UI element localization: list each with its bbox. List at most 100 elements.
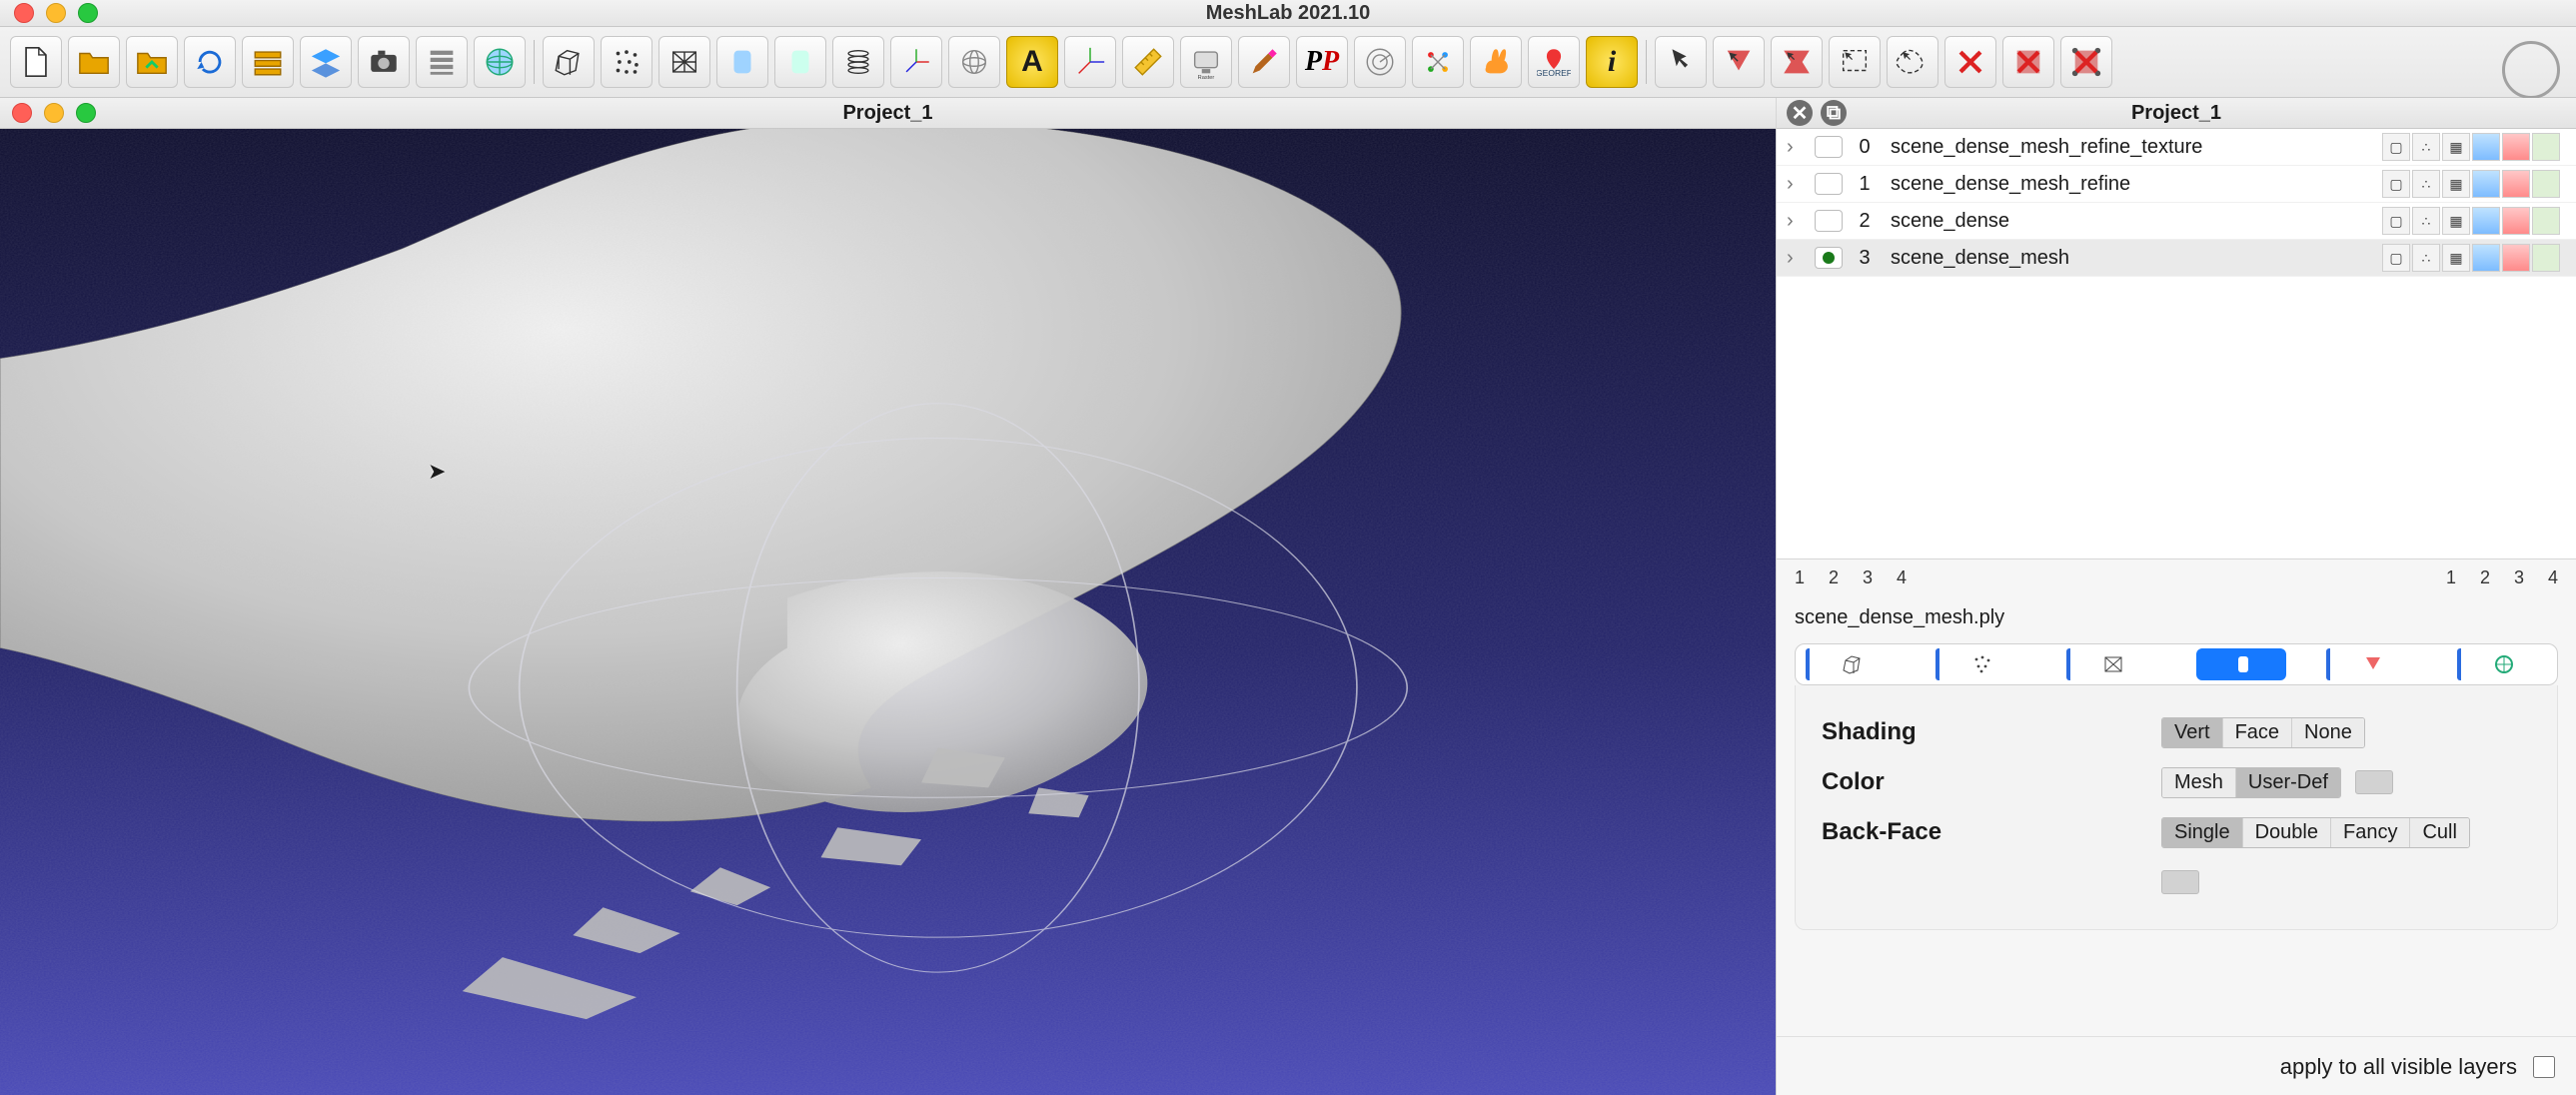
mini-bbox-icon[interactable] xyxy=(2382,244,2410,272)
mini-wire-icon[interactable] xyxy=(2442,244,2470,272)
tab-edges[interactable] xyxy=(2457,648,2547,680)
globe-grid-button[interactable] xyxy=(474,36,526,88)
label-A-button[interactable]: A xyxy=(1006,36,1058,88)
axes-button[interactable] xyxy=(890,36,942,88)
mini-solid-icon[interactable] xyxy=(2472,133,2500,161)
chevron-right-icon[interactable]: › xyxy=(1787,210,1805,233)
select-conn-faces-button[interactable] xyxy=(1771,36,1823,88)
segmented-option[interactable]: Mesh xyxy=(2162,768,2236,797)
pager-number[interactable]: 3 xyxy=(2514,567,2524,588)
mini-bbox-icon[interactable] xyxy=(2382,133,2410,161)
mini-points-icon[interactable] xyxy=(2412,133,2440,161)
pp-button[interactable]: PP xyxy=(1296,36,1348,88)
layer-row[interactable]: ›0scene_dense_mesh_refine_texture xyxy=(1777,129,2576,166)
chevron-right-icon[interactable]: › xyxy=(1787,173,1805,196)
paint-button[interactable] xyxy=(1238,36,1290,88)
tab-selection[interactable] xyxy=(2326,648,2416,680)
viewport-close-icon[interactable] xyxy=(12,103,32,123)
wireframe-button[interactable] xyxy=(658,36,710,88)
segmented-option[interactable]: User-Def xyxy=(2236,768,2340,797)
color-segmented[interactable]: MeshUser-Def xyxy=(2161,767,2341,798)
apply-checkbox[interactable] xyxy=(2533,1056,2555,1078)
mini-sel-icon[interactable] xyxy=(2502,244,2530,272)
open-button[interactable] xyxy=(68,36,120,88)
3d-viewport[interactable]: ➤ xyxy=(0,129,1776,1095)
tab-solid[interactable] xyxy=(2196,648,2286,680)
mini-edge-icon[interactable] xyxy=(2532,207,2560,235)
snapshot-button[interactable] xyxy=(358,36,410,88)
panel-close-icon[interactable]: ✕ xyxy=(1787,100,1813,126)
mini-points-icon[interactable] xyxy=(2412,170,2440,198)
pager-number[interactable]: 4 xyxy=(2548,567,2558,588)
trackball-grid-button[interactable] xyxy=(948,36,1000,88)
chevron-right-icon[interactable]: › xyxy=(1787,136,1805,159)
pager-number[interactable]: 1 xyxy=(1795,567,1805,588)
stack-model-button[interactable] xyxy=(832,36,884,88)
layer-toggle-button[interactable] xyxy=(300,36,352,88)
export-button[interactable] xyxy=(242,36,294,88)
mini-edge-icon[interactable] xyxy=(2532,170,2560,198)
segmented-option[interactable]: Vert xyxy=(2162,718,2223,747)
segmented-option[interactable]: Cull xyxy=(2410,818,2468,847)
chevron-right-icon[interactable]: › xyxy=(1787,247,1805,270)
raster-align-button[interactable]: Raster xyxy=(1180,36,1232,88)
mini-bbox-icon[interactable] xyxy=(2382,170,2410,198)
mini-edge-icon[interactable] xyxy=(2532,244,2560,272)
mini-sel-icon[interactable] xyxy=(2502,133,2530,161)
new-doc-button[interactable] xyxy=(10,36,62,88)
extra-swatch[interactable] xyxy=(2161,870,2199,894)
window-minimize-icon[interactable] xyxy=(46,3,66,23)
delete-faces-verts-button[interactable] xyxy=(2060,36,2112,88)
segmented-option[interactable]: Single xyxy=(2162,818,2243,847)
pager-number[interactable]: 2 xyxy=(2480,567,2490,588)
mini-solid-icon[interactable] xyxy=(2472,244,2500,272)
layer-sheets-button[interactable] xyxy=(416,36,468,88)
layer-row[interactable]: ›1scene_dense_mesh_refine xyxy=(1777,166,2576,203)
segmented-option[interactable]: None xyxy=(2292,718,2364,747)
shading-segmented[interactable]: VertFaceNone xyxy=(2161,717,2365,748)
pager-number[interactable]: 3 xyxy=(1863,567,1873,588)
select-free-button[interactable] xyxy=(1887,36,1938,88)
smooth-shaded-button[interactable] xyxy=(774,36,826,88)
panel-undock-icon[interactable]: ⧉ xyxy=(1821,100,1847,126)
color-swatch[interactable] xyxy=(2355,770,2393,794)
open-project-button[interactable] xyxy=(126,36,178,88)
mini-wire-icon[interactable] xyxy=(2442,170,2470,198)
segmented-option[interactable]: Fancy xyxy=(2331,818,2410,847)
select-faces-button[interactable] xyxy=(1713,36,1765,88)
mini-points-icon[interactable] xyxy=(2412,244,2440,272)
tab-wire[interactable] xyxy=(2066,648,2156,680)
pager-number[interactable]: 2 xyxy=(1829,567,1839,588)
mini-edge-icon[interactable] xyxy=(2532,133,2560,161)
layer-row[interactable]: ›2scene_dense xyxy=(1777,203,2576,240)
pager-number[interactable]: 4 xyxy=(1897,567,1907,588)
points-button[interactable] xyxy=(601,36,652,88)
info-button[interactable]: i xyxy=(1586,36,1638,88)
mini-wire-icon[interactable] xyxy=(2442,133,2470,161)
reload-button[interactable] xyxy=(184,36,236,88)
visibility-toggle[interactable] xyxy=(1815,247,1843,269)
select-none-button[interactable] xyxy=(1655,36,1707,88)
delete-verts-button[interactable] xyxy=(1944,36,1996,88)
layer-row[interactable]: ›3scene_dense_mesh xyxy=(1777,240,2576,277)
search-icon[interactable] xyxy=(2502,41,2560,99)
measure-button[interactable] xyxy=(1122,36,1174,88)
viewport-minimize-icon[interactable] xyxy=(44,103,64,123)
tab-points[interactable] xyxy=(1935,648,2025,680)
pager-number[interactable]: 1 xyxy=(2446,567,2456,588)
mini-points-icon[interactable] xyxy=(2412,207,2440,235)
radar-button[interactable] xyxy=(1354,36,1406,88)
georef-button[interactable]: GEOREF xyxy=(1528,36,1580,88)
window-zoom-icon[interactable] xyxy=(78,3,98,23)
visibility-toggle[interactable] xyxy=(1815,136,1843,158)
delete-faces-button[interactable] xyxy=(2002,36,2054,88)
backface-segmented[interactable]: SingleDoubleFancyCull xyxy=(2161,817,2470,848)
mini-solid-icon[interactable] xyxy=(2472,170,2500,198)
visibility-toggle[interactable] xyxy=(1815,210,1843,232)
viewport-zoom-icon[interactable] xyxy=(76,103,96,123)
segmented-option[interactable]: Face xyxy=(2223,718,2292,747)
mini-bbox-icon[interactable] xyxy=(2382,207,2410,235)
select-rect-button[interactable] xyxy=(1829,36,1881,88)
magnet-points-button[interactable] xyxy=(1412,36,1464,88)
window-close-icon[interactable] xyxy=(14,3,34,23)
